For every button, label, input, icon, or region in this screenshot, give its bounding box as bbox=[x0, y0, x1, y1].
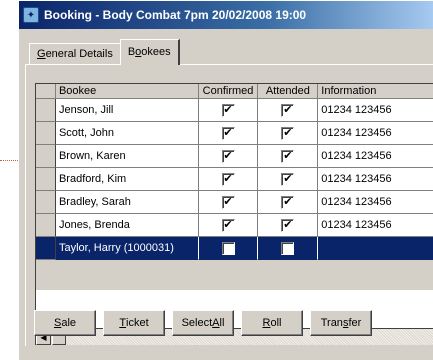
attended-checkbox[interactable]: ✔ bbox=[281, 126, 295, 140]
confirmed-cell bbox=[198, 237, 259, 260]
window-title: Booking - Body Combat 7pm 20/02/2008 19:… bbox=[44, 8, 307, 22]
table-row[interactable]: Jones, Brenda ✔ ✔ 01234 123456 bbox=[36, 214, 433, 237]
bookee-cell[interactable]: Jones, Brenda bbox=[55, 214, 199, 237]
table-row[interactable]: Bradford, Kim ✔ ✔ 01234 123456 bbox=[36, 168, 433, 191]
column-header-confirmed[interactable]: Confirmed bbox=[198, 84, 259, 99]
booking-window: ✦ Booking - Body Combat 7pm 20/02/2008 1… bbox=[18, 0, 433, 360]
information-cell[interactable]: 01234 123456 bbox=[318, 145, 433, 168]
information-cell[interactable]: 01234 123456 bbox=[318, 191, 433, 214]
information-cell[interactable] bbox=[318, 237, 433, 260]
attended-checkbox[interactable]: ✔ bbox=[281, 195, 295, 209]
action-buttons: Sale Ticket Select All Roll Tran s fer bbox=[34, 310, 372, 336]
bookee-cell[interactable]: Scott, John bbox=[55, 122, 199, 145]
table-row[interactable]: Scott, John ✔ ✔ 01234 123456 bbox=[36, 122, 433, 145]
attended-checkbox[interactable]: ✔ bbox=[281, 149, 295, 163]
confirmed-cell: ✔ bbox=[198, 99, 259, 122]
table-row-selected[interactable]: Taylor, Harry (1000031) bbox=[36, 237, 433, 260]
transfer-button[interactable]: Tran s fer bbox=[310, 310, 372, 336]
information-cell[interactable]: 01234 123456 bbox=[318, 214, 433, 237]
attended-cell: ✔ bbox=[258, 191, 319, 214]
row-indicator[interactable] bbox=[36, 99, 56, 122]
tab-strip: General Details Bookees bbox=[29, 39, 180, 65]
attended-checkbox[interactable]: ✔ bbox=[281, 103, 295, 117]
grid-empty-area bbox=[36, 260, 433, 290]
bookee-cell[interactable]: Jenson, Jill bbox=[55, 99, 199, 122]
attended-cell: ✔ bbox=[258, 214, 319, 237]
attended-cell: ✔ bbox=[258, 168, 319, 191]
confirmed-checkbox[interactable]: ✔ bbox=[221, 103, 235, 117]
column-header-information[interactable]: Information bbox=[318, 84, 433, 99]
attended-cell: ✔ bbox=[258, 145, 319, 168]
bookees-panel: Bookee Confirmed Attended Information Je… bbox=[25, 64, 433, 346]
attended-cell: ✔ bbox=[258, 99, 319, 122]
attended-checkbox[interactable]: ✔ bbox=[281, 172, 295, 186]
confirmed-cell: ✔ bbox=[198, 191, 259, 214]
table-row[interactable]: Bradley, Sarah ✔ ✔ 01234 123456 bbox=[36, 191, 433, 214]
confirmed-checkbox[interactable]: ✔ bbox=[221, 218, 235, 232]
table-row[interactable]: Jenson, Jill ✔ ✔ 01234 123456 bbox=[36, 99, 433, 122]
select-all-button[interactable]: Select All bbox=[172, 310, 234, 336]
attended-cell: ✔ bbox=[258, 122, 319, 145]
confirmed-cell: ✔ bbox=[198, 168, 259, 191]
attended-checkbox[interactable] bbox=[281, 241, 295, 255]
table-row[interactable]: Brown, Karen ✔ ✔ 01234 123456 bbox=[36, 145, 433, 168]
bookee-cell[interactable]: Taylor, Harry (1000031) bbox=[55, 237, 199, 260]
app-icon: ✦ bbox=[23, 7, 39, 23]
information-cell[interactable]: 01234 123456 bbox=[318, 168, 433, 191]
row-indicator[interactable] bbox=[36, 237, 56, 260]
title-bar[interactable]: ✦ Booking - Body Combat 7pm 20/02/2008 1… bbox=[19, 1, 433, 29]
connector-line bbox=[0, 160, 18, 161]
confirmed-checkbox[interactable]: ✔ bbox=[221, 126, 235, 140]
column-header-attended[interactable]: Attended bbox=[258, 84, 319, 99]
information-cell[interactable]: 01234 123456 bbox=[318, 122, 433, 145]
grid-header: Bookee Confirmed Attended Information bbox=[36, 84, 433, 99]
bookee-cell[interactable]: Bradford, Kim bbox=[55, 168, 199, 191]
confirmed-checkbox[interactable] bbox=[221, 241, 235, 255]
confirmed-cell: ✔ bbox=[198, 145, 259, 168]
attended-cell bbox=[258, 237, 319, 260]
confirmed-checkbox[interactable]: ✔ bbox=[221, 195, 235, 209]
bookee-cell[interactable]: Brown, Karen bbox=[55, 145, 199, 168]
row-indicator[interactable] bbox=[36, 214, 56, 237]
information-cell[interactable]: 01234 123456 bbox=[318, 99, 433, 122]
tab-bookees[interactable]: Bookees bbox=[119, 39, 180, 65]
tab-general-details[interactable]: General Details bbox=[29, 43, 121, 65]
row-indicator-header bbox=[36, 84, 56, 99]
row-indicator[interactable] bbox=[36, 145, 56, 168]
roll-button[interactable]: Roll bbox=[241, 310, 303, 336]
confirmed-cell: ✔ bbox=[198, 214, 259, 237]
bookee-cell[interactable]: Bradley, Sarah bbox=[55, 191, 199, 214]
row-indicator[interactable] bbox=[36, 122, 56, 145]
confirmed-checkbox[interactable]: ✔ bbox=[221, 172, 235, 186]
column-header-bookee[interactable]: Bookee bbox=[55, 84, 199, 99]
row-indicator[interactable] bbox=[36, 191, 56, 214]
ticket-button[interactable]: Ticket bbox=[103, 310, 165, 336]
confirmed-checkbox[interactable]: ✔ bbox=[221, 149, 235, 163]
attended-checkbox[interactable]: ✔ bbox=[281, 218, 295, 232]
bookees-grid[interactable]: Bookee Confirmed Attended Information Je… bbox=[35, 83, 433, 329]
sale-button[interactable]: Sale bbox=[34, 310, 96, 336]
confirmed-cell: ✔ bbox=[198, 122, 259, 145]
row-indicator[interactable] bbox=[36, 168, 56, 191]
